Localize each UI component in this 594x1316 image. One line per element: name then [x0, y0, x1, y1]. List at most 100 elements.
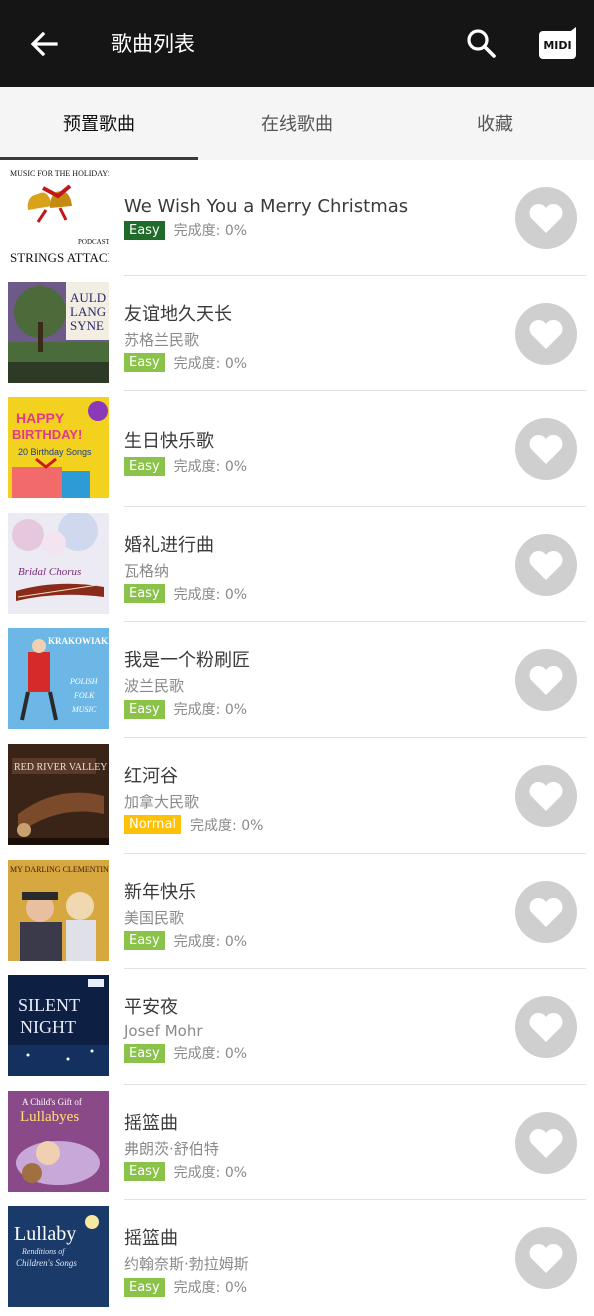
difficulty-badge: Easy	[124, 699, 165, 719]
song-info: 红河谷 加拿大民歌 Normal 完成度: 0%	[124, 738, 504, 853]
favorite-button[interactable]	[515, 880, 577, 943]
album-cover: A Child's Gift of Lullabyes	[8, 1090, 109, 1192]
album-cover: Lullaby Renditions of Children's Songs	[8, 1206, 109, 1308]
svg-text:Lullaby: Lullaby	[14, 1223, 76, 1245]
favorite-button[interactable]	[515, 1111, 577, 1174]
song-info: 平安夜 Josef Mohr Easy 完成度: 0%	[124, 969, 504, 1084]
album-cover: MY DARLING CLEMENTINE	[8, 859, 109, 961]
song-list: MUSIC FOR THE HOLIDAYS PODCAST STRINGS A…	[0, 160, 594, 1316]
tab-online-songs[interactable]: 在线歌曲	[198, 87, 396, 160]
song-info: 摇篮曲 弗朗茨·舒伯特 Easy 完成度: 0%	[124, 1085, 504, 1200]
song-title: 平安夜	[124, 997, 178, 1019]
song-title: 红河谷	[124, 765, 178, 787]
song-artist: 约翰奈斯·勃拉姆斯	[124, 1255, 249, 1274]
song-title: 生日快乐歌	[124, 431, 214, 453]
heart-icon	[529, 781, 563, 811]
song-info: 友谊地久天长 苏格兰民歌 Easy 完成度: 0%	[124, 276, 504, 391]
svg-text:MUSIC: MUSIC	[71, 705, 97, 714]
completion-text: 完成度: 0%	[173, 702, 248, 719]
song-meta: Easy 完成度: 0%	[124, 220, 504, 240]
tab-preset-songs[interactable]: 预置歌曲	[0, 87, 198, 160]
completion-text: 完成度: 0%	[173, 223, 248, 239]
completion-text: 完成度: 0%	[173, 933, 248, 950]
svg-text:MUSIC FOR THE HOLIDAYS: MUSIC FOR THE HOLIDAYS	[10, 169, 109, 178]
difficulty-badge: Easy	[124, 1162, 165, 1182]
song-meta: Easy 完成度: 0%	[124, 1277, 504, 1297]
difficulty-badge: Normal	[124, 815, 182, 835]
svg-text:KRAKOWIAKI: KRAKOWIAKI	[48, 636, 109, 646]
midi-button[interactable]: MIDI	[539, 27, 576, 59]
song-row[interactable]: SILENT NIGHT 平安夜 Josef Mohr Easy 完成度: 0%	[0, 969, 594, 1085]
album-cover: AULD LANG SYNE	[8, 281, 109, 383]
heart-icon	[529, 203, 563, 233]
favorite-button[interactable]	[515, 533, 577, 596]
svg-text:SILENT: SILENT	[18, 995, 80, 1015]
song-meta: Easy 完成度: 0%	[124, 353, 504, 373]
album-cover: RED RIVER VALLEY	[8, 743, 109, 845]
tab-favorites[interactable]: 收藏	[396, 87, 594, 160]
song-row[interactable]: MY DARLING CLEMENTINE 新年快乐 美国民歌 Easy 完成度…	[0, 854, 594, 970]
song-row[interactable]: Lullaby Renditions of Children's Songs 摇…	[0, 1200, 594, 1316]
heart-icon	[529, 1244, 563, 1274]
song-row[interactable]: HAPPY BIRTHDAY! 20 Birthday Songs 生日快乐歌 …	[0, 391, 594, 507]
song-artist: 弗朗茨·舒伯特	[124, 1139, 219, 1158]
heart-icon	[529, 897, 563, 927]
song-meta: Easy 完成度: 0%	[124, 584, 504, 604]
song-artist: Josef Mohr	[124, 1022, 203, 1041]
song-artist: 美国民歌	[124, 908, 185, 927]
heart-icon	[529, 550, 563, 580]
completion-text: 完成度: 0%	[173, 355, 248, 372]
svg-text:A Child's Gift of: A Child's Gift of	[22, 1097, 82, 1107]
difficulty-badge: Easy	[124, 931, 165, 951]
album-cover: KRAKOWIAKI POLISH FOLK MUSIC	[8, 628, 109, 730]
search-icon[interactable]	[463, 25, 499, 61]
song-info: 新年快乐 美国民歌 Easy 完成度: 0%	[124, 854, 504, 969]
song-meta: Easy 完成度: 0%	[124, 1162, 504, 1182]
song-row[interactable]: MUSIC FOR THE HOLIDAYS PODCAST STRINGS A…	[0, 160, 594, 276]
favorite-button[interactable]	[515, 996, 577, 1059]
svg-text:20 Birthday Songs: 20 Birthday Songs	[18, 447, 92, 457]
favorite-button[interactable]	[515, 649, 577, 712]
svg-text:RED RIVER VALLEY: RED RIVER VALLEY	[14, 762, 108, 773]
svg-text:HAPPY: HAPPY	[16, 410, 65, 426]
song-row[interactable]: RED RIVER VALLEY 红河谷 加拿大民歌 Normal 完成度: 0…	[0, 738, 594, 854]
song-row[interactable]: A Child's Gift of Lullabyes 摇篮曲 弗朗茨·舒伯特 …	[0, 1085, 594, 1201]
song-title: We Wish You a Merry Christmas	[124, 196, 409, 217]
back-arrow-icon[interactable]	[26, 26, 62, 62]
favorite-button[interactable]	[515, 1227, 577, 1290]
difficulty-badge: Easy	[124, 1277, 165, 1297]
completion-text: 完成度: 0%	[190, 817, 264, 834]
svg-text:PODCAST: PODCAST	[78, 238, 109, 246]
difficulty-badge: Easy	[124, 353, 165, 373]
svg-text:Lullabyes: Lullabyes	[20, 1109, 79, 1125]
heart-icon	[529, 1128, 563, 1158]
difficulty-badge: Easy	[124, 1043, 165, 1063]
song-row[interactable]: KRAKOWIAKI POLISH FOLK MUSIC 我是一个粉刷匠 波兰民…	[0, 622, 594, 738]
svg-text:LANG: LANG	[70, 304, 106, 319]
song-meta: Normal 完成度: 0%	[124, 815, 504, 835]
svg-text:POLISH: POLISH	[69, 677, 99, 686]
svg-text:BIRTHDAY!: BIRTHDAY!	[12, 427, 82, 442]
completion-text: 完成度: 0%	[173, 1164, 248, 1181]
favorite-button[interactable]	[515, 764, 577, 827]
heart-icon	[529, 1013, 563, 1043]
song-artist: 瓦格纳	[124, 561, 170, 580]
album-cover: HAPPY BIRTHDAY! 20 Birthday Songs	[8, 397, 109, 499]
song-title: 友谊地久天长	[124, 303, 232, 325]
album-cover: SILENT NIGHT	[8, 975, 109, 1077]
heart-icon	[529, 666, 563, 696]
favorite-button[interactable]	[515, 187, 577, 249]
favorite-button[interactable]	[515, 418, 577, 481]
difficulty-badge: Easy	[124, 584, 165, 604]
song-row[interactable]: AULD LANG SYNE 友谊地久天长 苏格兰民歌 Easy 完成度: 0%	[0, 276, 594, 392]
song-row[interactable]: Bridal Chorus 婚礼进行曲 瓦格纳 Easy 完成度: 0%	[0, 507, 594, 623]
difficulty-badge: Easy	[124, 456, 165, 476]
song-meta: Easy 完成度: 0%	[124, 1043, 504, 1063]
song-info: 生日快乐歌 Easy 完成度: 0%	[124, 391, 504, 506]
song-title: 我是一个粉刷匠	[124, 650, 250, 672]
svg-text:FOLK: FOLK	[73, 691, 95, 700]
app-bar: 歌曲列表 MIDI	[0, 0, 594, 87]
album-cover: MUSIC FOR THE HOLIDAYS PODCAST STRINGS A…	[8, 166, 109, 267]
favorite-button[interactable]	[515, 302, 577, 365]
song-meta: Easy 完成度: 0%	[124, 931, 504, 951]
